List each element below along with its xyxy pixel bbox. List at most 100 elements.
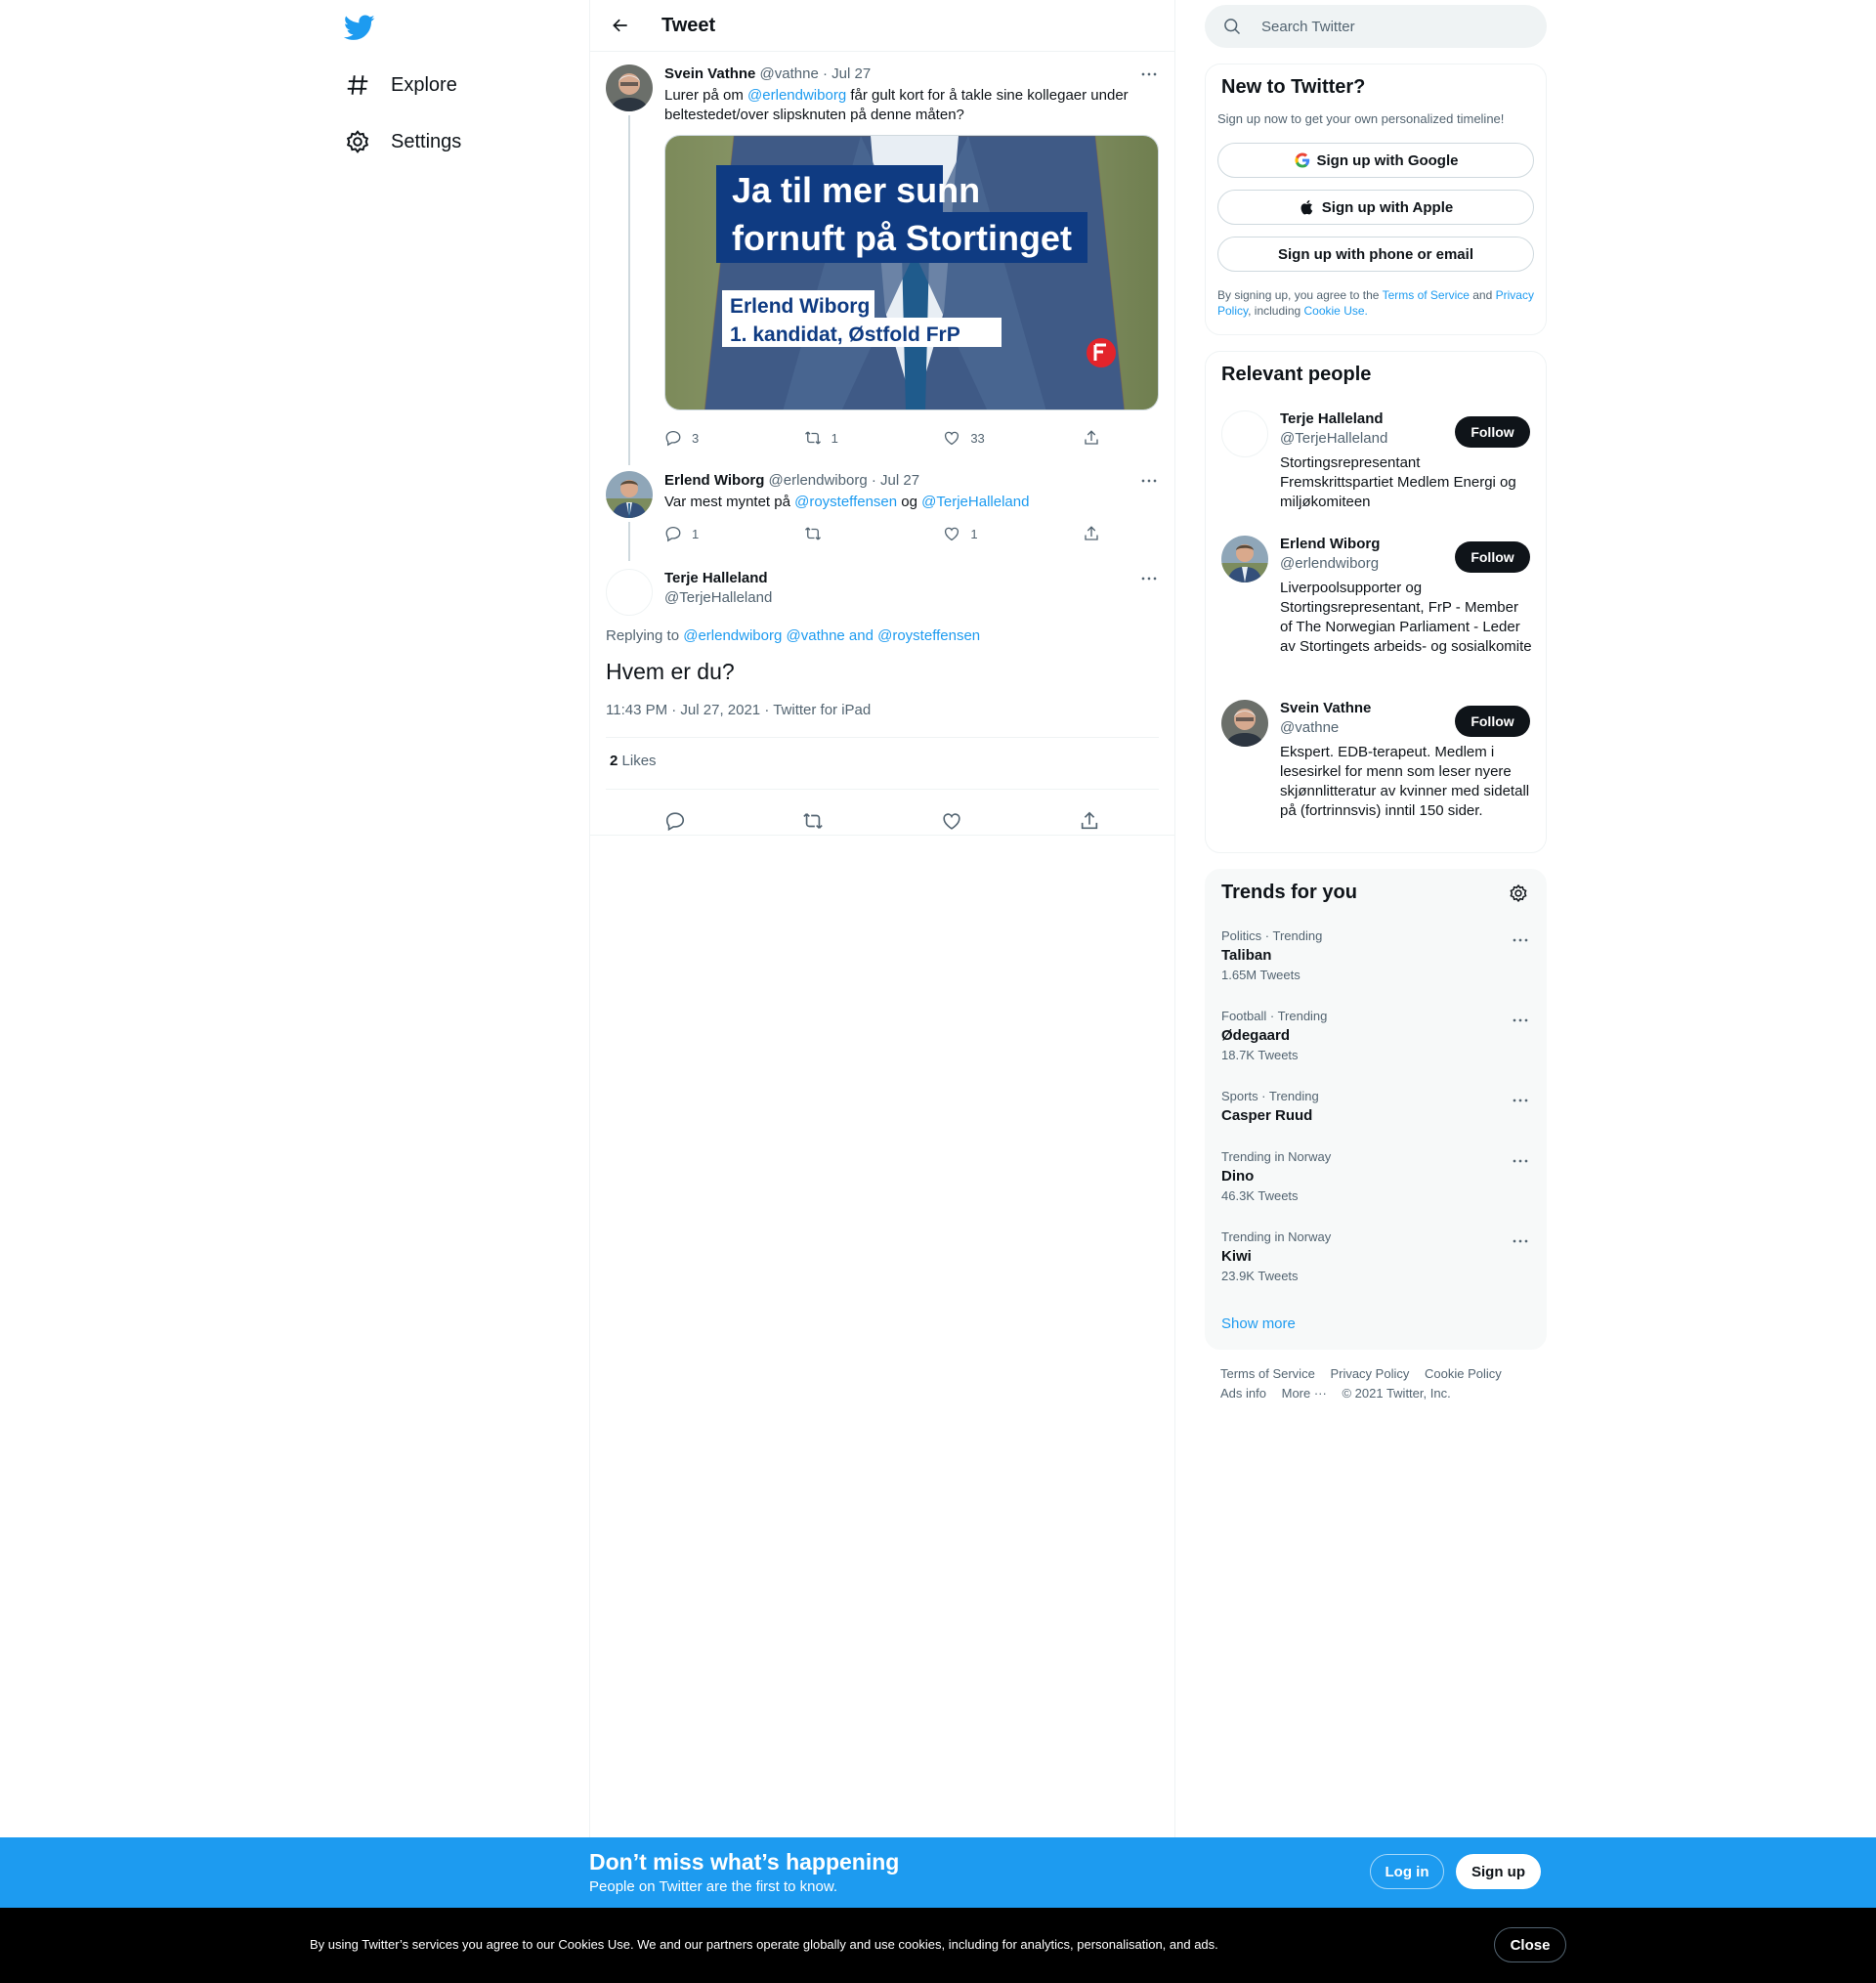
like-button[interactable]: 33 [943,428,1060,448]
author-name[interactable]: Terje Halleland [664,569,1161,588]
footer-cookie-link[interactable]: Cookie Policy [1425,1366,1502,1381]
like-button[interactable]: 1 [943,524,1060,543]
avatar[interactable] [606,65,653,111]
tweet-date[interactable]: Jul 27 [831,65,871,82]
share-button[interactable] [1083,428,1102,448]
trend-item[interactable]: Trending in Norway Kiwi 23.9K Tweets [1221,1229,1530,1283]
avatar[interactable] [1221,700,1268,747]
author-name[interactable]: Svein Vathne [664,65,755,82]
trend-context: Trending in Norway [1221,1149,1332,1164]
trend-item[interactable]: Football · Trending Ødegaard 18.7K Tweet… [1221,1009,1530,1062]
reply-icon [665,812,684,832]
person-name[interactable]: Svein Vathne [1280,700,1371,716]
back-button[interactable] [603,8,638,43]
search-box[interactable] [1205,5,1547,48]
author-handle[interactable]: @erlendwiborg [769,472,868,489]
follow-button[interactable]: Follow [1455,541,1530,573]
trends-settings-button[interactable] [1509,884,1530,905]
more-horizontal-icon [1141,577,1157,581]
footer-copyright: © 2021 Twitter, Inc. [1342,1386,1451,1401]
trend-more-button[interactable] [1511,1091,1530,1110]
replying-to-links[interactable]: @erlendwiborg @vathne and @roysteffensen [683,627,980,644]
signup-apple-label: Sign up with Apple [1321,198,1454,216]
reply-button[interactable]: 3 [664,428,782,448]
trend-more-button[interactable] [1511,1011,1530,1030]
cookie-text: By using Twitter’s services you agree to… [310,1937,1218,1952]
tweet-date[interactable]: Jul 27 [880,472,919,489]
tweet[interactable]: Erlend Wiborg @erlendwiborg · Jul 27 Var… [606,471,1161,569]
likes-summary[interactable]: 2 Likes [610,753,657,769]
follow-button[interactable]: Follow [1455,416,1530,448]
signup-apple-button[interactable]: Sign up with Apple [1217,190,1534,225]
cookie-banner: By using Twitter’s services you agree to… [0,1908,1876,1983]
more-horizontal-icon [1141,479,1157,483]
main-column: Tweet Svein Vathne @vathne · Jul 27 Lure… [589,0,1175,1837]
avatar[interactable] [606,471,653,518]
footer-terms-link[interactable]: Terms of Service [1220,1366,1315,1381]
more-horizontal-icon [1513,1239,1528,1243]
avatar[interactable] [606,569,653,616]
trend-more-button[interactable] [1511,930,1530,950]
more-options-button[interactable] [1137,471,1161,491]
footer-more-link[interactable]: More ··· [1282,1386,1327,1401]
more-options-button[interactable] [1137,65,1161,84]
nav-explore[interactable]: Explore [344,62,457,108]
trend-context: Trending in Norway [1221,1229,1332,1244]
mention-link[interactable]: @TerjeHalleland [921,494,1029,510]
show-more-link[interactable]: Show more [1221,1315,1296,1332]
person-name[interactable]: Erlend Wiborg [1280,536,1380,552]
trend-more-button[interactable] [1511,1231,1530,1251]
reply-button[interactable]: 1 [664,524,782,543]
avatar[interactable] [1221,536,1268,582]
retweet-button[interactable] [804,524,921,543]
nav-explore-label: Explore [391,73,457,96]
hashtag-icon [344,71,371,99]
trends-title: Trends for you [1221,882,1357,903]
likes-label: Likes [621,753,657,769]
signup-google-button[interactable]: Sign up with Google [1217,143,1534,178]
trend-name: Kiwi [1221,1248,1252,1265]
tweet-timestamp[interactable]: 11:43 PM · Jul 27, 2021 · Twitter for iP… [606,702,871,718]
twitter-logo-icon[interactable] [343,12,375,43]
mention-link[interactable]: @roysteffensen [794,494,897,510]
trend-count: 23.9K Tweets [1221,1269,1299,1283]
reply-count: 3 [692,430,700,446]
footer-privacy-link[interactable]: Privacy Policy [1330,1366,1409,1381]
google-icon [1294,152,1309,168]
person-handle[interactable]: @vathne [1280,719,1339,736]
avatar[interactable] [1221,410,1268,457]
trend-item[interactable]: Trending in Norway Dino 46.3K Tweets [1221,1149,1530,1203]
footer-ads-link[interactable]: Ads info [1220,1386,1266,1401]
cookie-close-button[interactable]: Close [1494,1927,1566,1962]
retweet-button[interactable]: 1 [804,428,921,448]
trend-item[interactable]: Politics · Trending Taliban 1.65M Tweets [1221,928,1530,982]
author-handle[interactable]: @vathne [760,65,819,82]
follow-button[interactable]: Follow [1455,706,1530,737]
trend-item[interactable]: Sports · Trending Casper Ruud [1221,1089,1530,1124]
retweet-icon [804,431,821,445]
tweet-image[interactable]: Ja til mer sunn fornuft på Stortinget Er… [664,135,1159,410]
relevant-people-title: Relevant people [1221,364,1372,385]
person-handle[interactable]: @erlendwiborg [1280,555,1379,572]
login-button[interactable]: Log in [1370,1854,1444,1889]
person-handle[interactable]: @TerjeHalleland [1280,430,1387,447]
trend-more-button[interactable] [1511,1151,1530,1171]
mention-link[interactable]: @erlendwiborg [747,87,846,104]
trend-name: Ødegaard [1221,1027,1291,1044]
more-options-button[interactable] [1137,569,1161,588]
nav-settings[interactable]: Settings [344,118,461,165]
terms-link[interactable]: Terms of Service [1383,288,1470,302]
signup-phone-label: Sign up with phone or email [1277,245,1473,263]
image-headline-2: fornuft på Stortinget [732,218,1072,258]
retweet-icon [803,813,824,829]
signup-phone-button[interactable]: Sign up with phone or email [1217,237,1534,272]
cookie-link[interactable]: Cookie Use. [1304,304,1368,318]
signup-button[interactable]: Sign up [1456,1854,1541,1889]
trend-context: Politics · Trending [1221,928,1323,943]
author-name[interactable]: Erlend Wiborg [664,472,764,489]
tweet[interactable]: Svein Vathne @vathne · Jul 27 Lurer på o… [606,65,1161,455]
person-name[interactable]: Terje Halleland [1280,410,1384,427]
search-input[interactable] [1261,18,1535,35]
share-button[interactable] [1083,524,1102,543]
author-handle[interactable]: @TerjeHalleland [664,588,1161,608]
